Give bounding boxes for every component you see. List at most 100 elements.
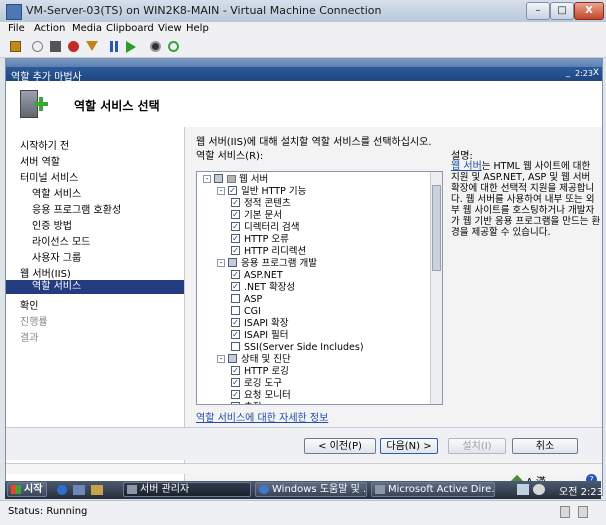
tree-row[interactable]: ✓ HTTP 리디렉션: [231, 246, 306, 258]
pause-icon[interactable]: [110, 41, 113, 52]
wizard-minimize-button[interactable]: _: [562, 68, 574, 79]
role-service-checkbox[interactable]: ✓: [228, 186, 237, 195]
tree-row[interactable]: - 상태 및 진단: [217, 354, 291, 366]
role-service-checkbox[interactable]: ✓: [231, 366, 240, 375]
show-desktop-icon[interactable]: [73, 485, 85, 495]
ie-icon[interactable]: [57, 485, 67, 495]
nav-terminal-services[interactable]: 터미널 서비스: [20, 169, 78, 184]
task-active-directory[interactable]: Microsoft Active Dire...: [371, 482, 495, 497]
nav-user-groups[interactable]: 사용자 그룹: [32, 249, 81, 264]
role-service-checkbox[interactable]: ✓: [231, 222, 240, 231]
role-service-checkbox[interactable]: ✓: [231, 210, 240, 219]
menu-help[interactable]: Help: [186, 23, 209, 34]
tree-row[interactable]: ✓ HTTP 오류: [231, 234, 289, 246]
nav-before-you-begin[interactable]: 시작하기 전: [20, 137, 69, 152]
nav-license-mode[interactable]: 라이선스 모드: [32, 233, 90, 248]
scrollbar-thumb[interactable]: [432, 185, 441, 271]
task-server-manager[interactable]: 서버 관리자: [123, 482, 251, 497]
save-icon[interactable]: [86, 41, 98, 51]
menu-file[interactable]: File: [8, 23, 25, 34]
collapse-toggle[interactable]: -: [217, 258, 225, 267]
maximize-button[interactable]: □: [550, 2, 574, 20]
role-service-checkbox[interactable]: ✓: [231, 390, 240, 399]
ctrl-alt-del-icon[interactable]: [10, 41, 21, 52]
tree-row[interactable]: - 응용 프로그램 개발: [217, 258, 317, 270]
snapshot-icon[interactable]: [150, 41, 161, 52]
tree-row[interactable]: ✓ ISAPI 확장: [231, 318, 289, 330]
menu-media[interactable]: Media: [72, 23, 102, 34]
nav-confirmation[interactable]: 확인: [20, 297, 38, 312]
menu-view[interactable]: View: [158, 23, 182, 34]
minimize-button[interactable]: –: [526, 2, 550, 20]
nav-auth-method[interactable]: 인증 방법: [32, 217, 72, 232]
explorer-icon[interactable]: [91, 485, 103, 495]
role-service-checkbox[interactable]: [228, 354, 237, 363]
window-title-bar[interactable]: VM-Server-03(TS) on WIN2K8-MAIN - Virtua…: [0, 0, 606, 23]
role-service-checkbox[interactable]: ✓: [231, 270, 240, 279]
role-service-checkbox[interactable]: ✓: [231, 198, 240, 207]
tree-row[interactable]: ASP: [231, 294, 262, 306]
more-info-link[interactable]: 역할 서비스에 대한 자세한 정보: [196, 409, 328, 424]
tree-row[interactable]: ✓ .NET 확장성: [231, 282, 295, 294]
nav-server-roles[interactable]: 서버 역할: [20, 153, 60, 168]
role-services-tree[interactable]: -웹 서버 - ✓ 일반 HTTP 기능 ✓ 정적 콘텐츠 ✓ 기본 문서 ✓ 디렉터리 검색 ✓ H…: [196, 171, 443, 405]
tree-row[interactable]: CGI: [231, 306, 261, 318]
role-service-label: 정적 콘텐츠: [244, 198, 291, 209]
collapse-toggle[interactable]: -: [217, 354, 225, 363]
tree-row[interactable]: ✓ ASP.NET: [231, 270, 283, 282]
cancel-button[interactable]: 취소: [512, 438, 578, 454]
collapse-toggle[interactable]: -: [203, 174, 211, 183]
tree-row[interactable]: ✓ 기본 문서: [231, 210, 282, 222]
role-service-checkbox[interactable]: [228, 258, 237, 267]
tree-row[interactable]: SSI(Server Side Includes): [231, 342, 364, 354]
nav-web-server[interactable]: 웹 서버(IIS): [20, 265, 71, 280]
lock-icon: [560, 506, 570, 518]
web-server-link[interactable]: 웹 서버: [451, 161, 482, 172]
tree-row[interactable]: ✓ 로깅 도구: [231, 378, 282, 390]
nav-iis-role-services[interactable]: 역할 서비스: [6, 280, 184, 294]
role-service-checkbox[interactable]: [231, 342, 240, 351]
tree-row[interactable]: ✓ 추적: [231, 402, 261, 404]
keyboard-icon: [578, 506, 588, 518]
turn-off-icon[interactable]: [50, 41, 61, 52]
network-icon[interactable]: [517, 484, 529, 495]
role-service-checkbox[interactable]: ✓: [231, 402, 240, 404]
tree-row[interactable]: - ✓ 일반 HTTP 기능: [217, 186, 306, 198]
collapse-toggle[interactable]: -: [217, 186, 225, 195]
close-button[interactable]: X: [574, 2, 604, 20]
nav-app-compat[interactable]: 응용 프로그램 호환성: [32, 201, 121, 216]
mmc-icon: [375, 485, 385, 494]
role-service-checkbox[interactable]: ✓: [231, 234, 240, 243]
tree-row[interactable]: ✓ 디렉터리 검색: [231, 222, 299, 234]
tree-row[interactable]: ✓ HTTP 로깅: [231, 366, 289, 378]
role-service-checkbox[interactable]: [231, 306, 240, 315]
previous-button[interactable]: < 이전(P): [304, 438, 376, 454]
tree-row[interactable]: ✓ 요청 모니터: [231, 390, 291, 402]
role-service-checkbox[interactable]: ✓: [231, 378, 240, 387]
role-service-label: 디렉터리 검색: [244, 222, 300, 233]
role-service-checkbox[interactable]: ✓: [231, 330, 240, 339]
start-button[interactable]: 시작: [7, 482, 47, 497]
status-text: Status: Running: [8, 506, 88, 517]
role-service-checkbox[interactable]: ✓: [231, 318, 240, 327]
resume-icon[interactable]: [126, 41, 136, 53]
role-service-checkbox[interactable]: ✓: [231, 246, 240, 255]
wizard-close-button[interactable]: X: [590, 68, 602, 79]
revert-icon[interactable]: [168, 41, 179, 52]
volume-icon[interactable]: [533, 484, 545, 495]
tree-row[interactable]: - 웹 서버: [203, 174, 268, 186]
role-service-checkbox[interactable]: [214, 174, 223, 183]
shut-down-icon[interactable]: [68, 41, 79, 52]
tree-row[interactable]: ✓ 정적 콘텐츠: [231, 198, 291, 210]
tree-scrollbar[interactable]: [430, 172, 442, 404]
menu-action[interactable]: Action: [34, 23, 65, 34]
menu-clipboard[interactable]: Clipboard: [106, 23, 154, 34]
start-icon[interactable]: [32, 41, 43, 52]
tree-row[interactable]: ✓ ISAPI 필터: [231, 330, 289, 342]
nav-ts-role-services[interactable]: 역할 서비스: [32, 185, 81, 200]
next-button[interactable]: 다음(N) >: [380, 438, 438, 454]
wizard-title-bar[interactable]: 역할 추가 마법사 _ 2:23 X: [6, 67, 602, 83]
task-windows-help[interactable]: Windows 도움말 및 ...: [255, 482, 367, 497]
role-service-checkbox[interactable]: ✓: [231, 282, 240, 291]
role-service-checkbox[interactable]: [231, 294, 240, 303]
